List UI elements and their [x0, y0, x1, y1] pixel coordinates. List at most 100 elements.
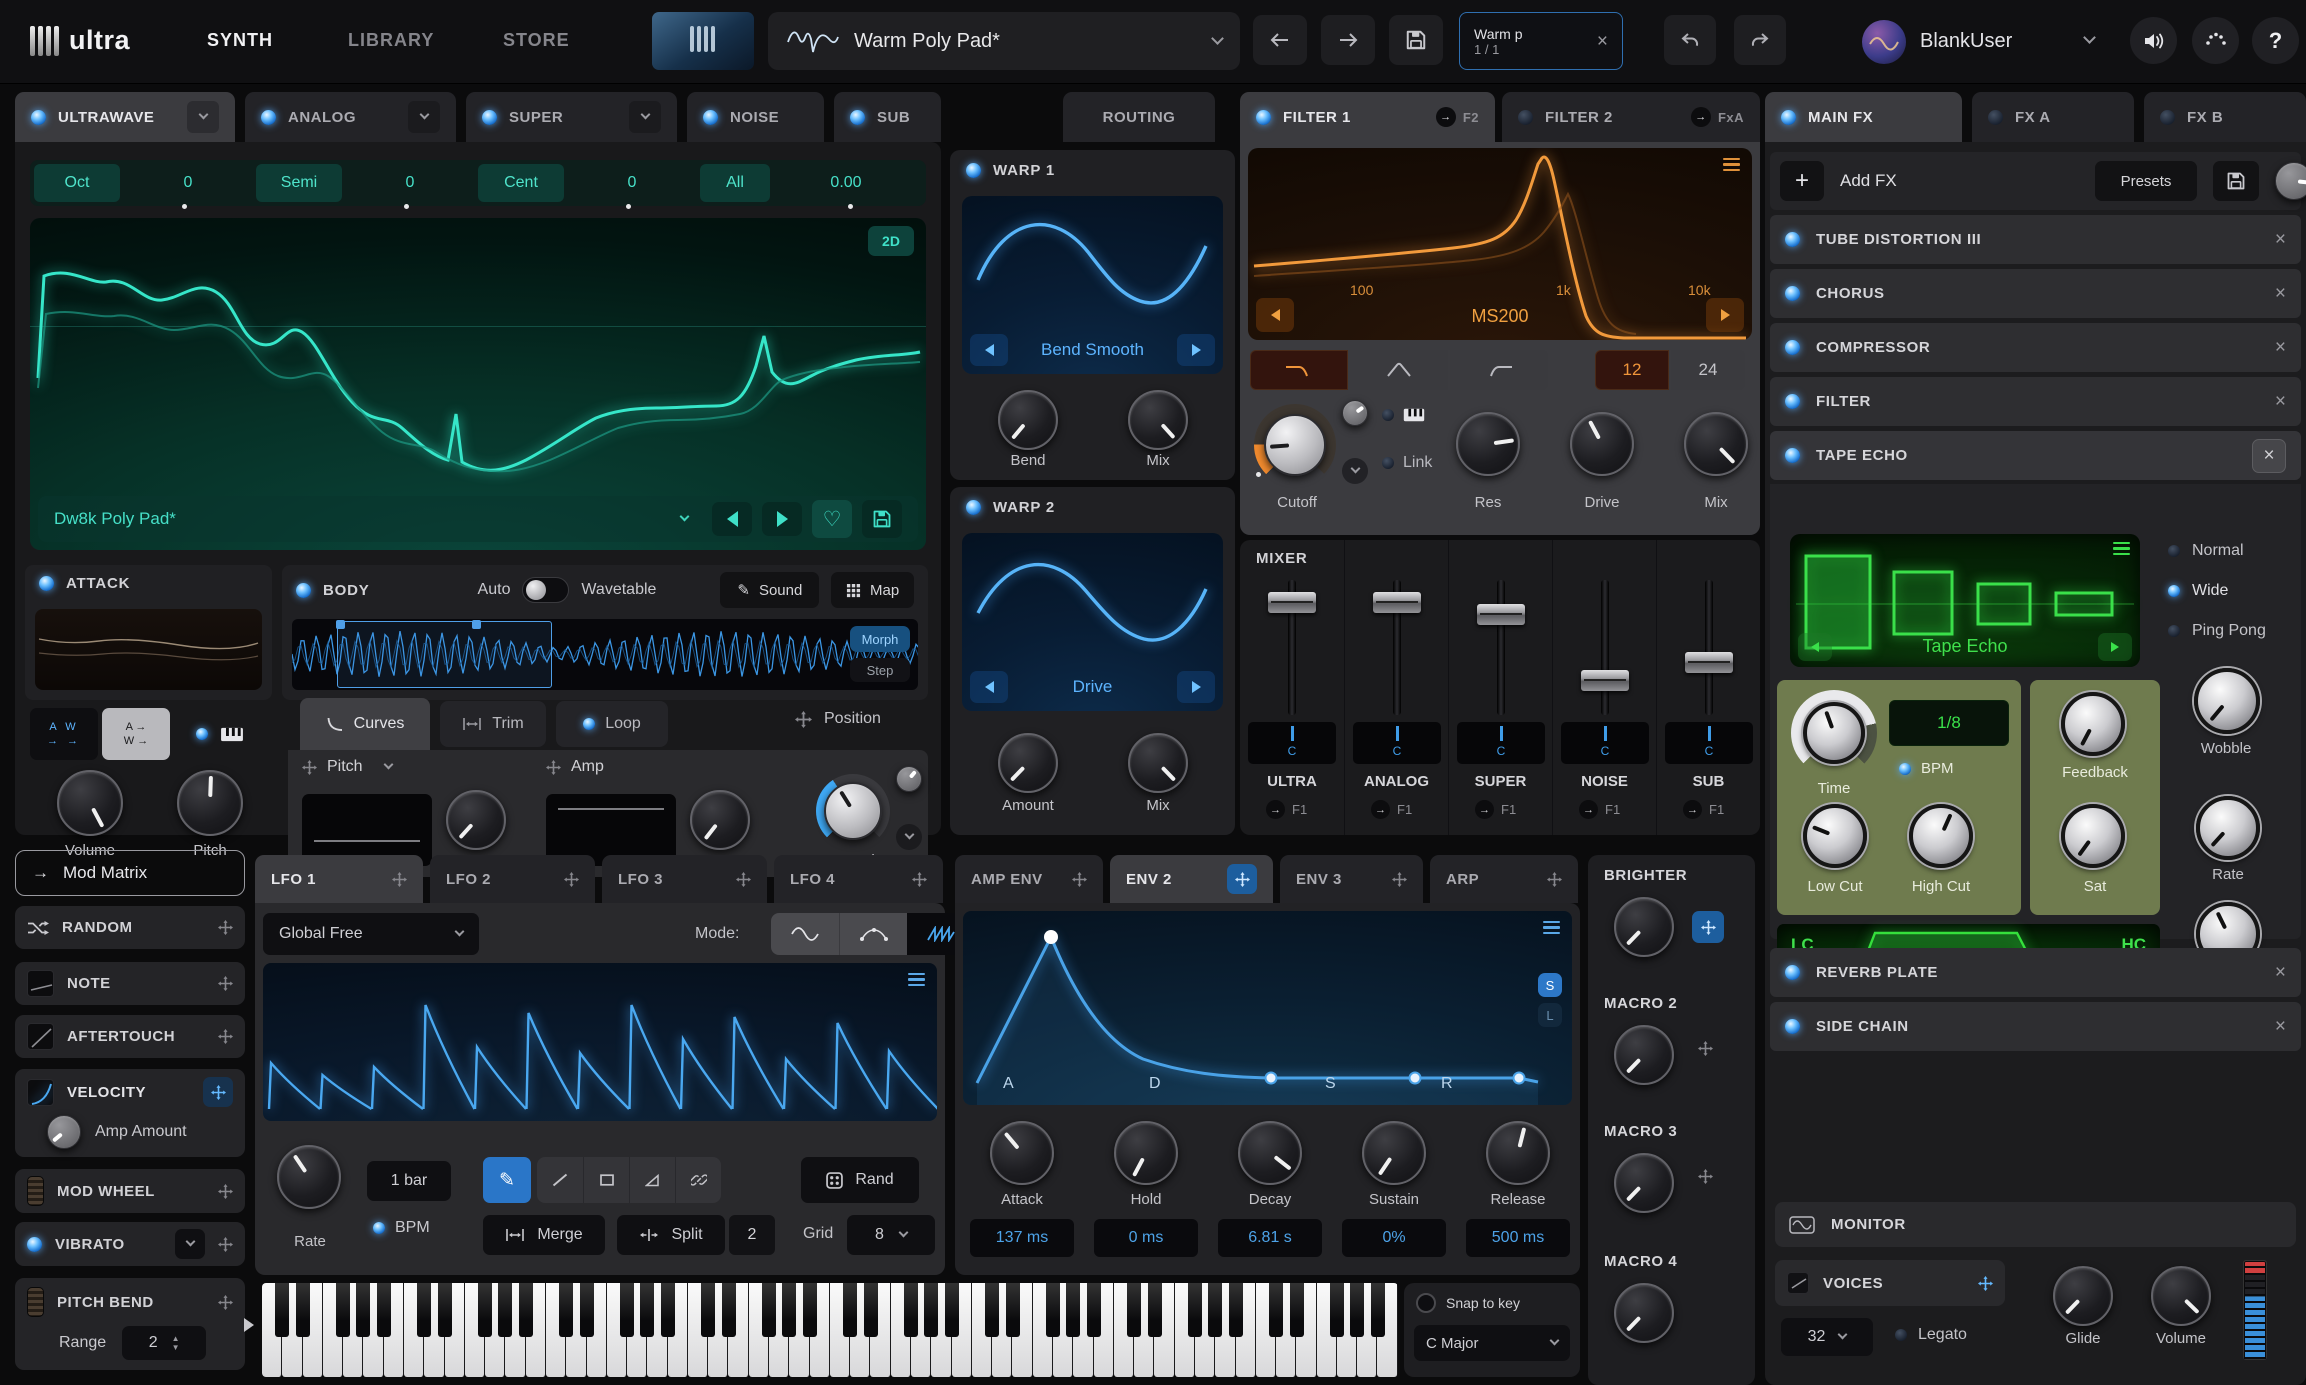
filter-menu-icon[interactable] — [1723, 158, 1740, 171]
map-button[interactable]: Map — [831, 572, 914, 608]
fx-save-button[interactable] — [2213, 161, 2259, 201]
piano-black-key[interactable] — [782, 1283, 796, 1337]
drive-knob[interactable] — [1570, 412, 1634, 476]
tab-env2[interactable]: ENV 2 — [1110, 855, 1273, 903]
macro4-knob[interactable] — [1614, 1283, 1674, 1343]
analog-pan[interactable]: C — [1353, 722, 1441, 764]
macro1-move-button[interactable] — [1692, 911, 1724, 943]
filter-model-name[interactable]: MS200 — [1248, 306, 1752, 327]
wavetable-selector-bar[interactable]: Dw8k Poly Pad* ♡ — [38, 496, 918, 542]
mod-source-note[interactable]: NOTE — [15, 962, 245, 1005]
tune-cent[interactable]: Cent 0 — [478, 164, 700, 202]
slope-12-button[interactable]: 12 — [1595, 350, 1669, 390]
env-loop-button[interactable]: L — [1538, 1003, 1562, 1027]
wave-next-button[interactable] — [762, 502, 802, 536]
piano-black-key[interactable] — [1269, 1283, 1283, 1337]
mod-source-pitch-bend[interactable]: PITCH BEND Range 2 ▲▼ — [15, 1278, 245, 1370]
tape-echo-display[interactable]: Tape Echo — [1790, 534, 2140, 667]
tab-super[interactable]: SUPER — [466, 92, 677, 142]
tune-semi[interactable]: Semi 0 — [256, 164, 478, 202]
random-move-icon[interactable] — [218, 920, 233, 935]
piano-black-key[interactable] — [1006, 1283, 1020, 1337]
sub-led[interactable] — [850, 110, 865, 125]
filter1-led[interactable] — [1256, 110, 1271, 125]
lfo-bpm-toggle[interactable]: BPM — [373, 1219, 430, 1237]
sub-pan[interactable]: C — [1665, 722, 1753, 764]
piano-black-key[interactable] — [1087, 1283, 1101, 1337]
piano-black-key[interactable] — [722, 1283, 736, 1337]
macro1-knob[interactable] — [1614, 897, 1674, 957]
add-fx-button[interactable]: + — [1780, 161, 1824, 201]
mod-wheel-move-icon[interactable] — [218, 1184, 233, 1199]
master-volume-knob[interactable] — [2151, 1266, 2211, 1326]
compressor-led[interactable] — [1785, 340, 1800, 355]
glide-knob[interactable] — [2053, 1266, 2113, 1326]
piano-black-key[interactable] — [924, 1283, 938, 1337]
tab-noise[interactable]: NOISE — [687, 92, 824, 142]
piano-black-key[interactable] — [580, 1283, 594, 1337]
keytrack-led[interactable] — [196, 728, 208, 740]
mod-source-aftertouch[interactable]: AFTERTOUCH — [15, 1015, 245, 1058]
lfo-tool-ramp-button[interactable] — [629, 1157, 675, 1203]
reverb-plate-remove-icon[interactable]: × — [2275, 963, 2286, 982]
fx-item-compressor[interactable]: COMPRESSOR × — [1770, 323, 2301, 372]
all-value[interactable]: 0.00 — [770, 174, 922, 192]
piano-black-key[interactable] — [559, 1283, 573, 1337]
res-knob[interactable] — [1456, 412, 1520, 476]
filter-keytrack[interactable] — [1382, 408, 1425, 422]
reverb-plate-led[interactable] — [1785, 965, 1800, 980]
filter1-routing[interactable]: → F2 — [1436, 107, 1479, 127]
tab-sub[interactable]: SUB — [834, 92, 941, 142]
lfo-split-value[interactable]: 2 — [729, 1215, 775, 1255]
piano-black-key[interactable] — [843, 1283, 857, 1337]
piano-black-key[interactable] — [864, 1283, 878, 1337]
tab-env3[interactable]: ENV 3 — [1280, 855, 1423, 903]
analog-fader[interactable] — [1373, 592, 1421, 613]
tab-fx-b[interactable]: FX B — [2144, 92, 2306, 142]
ultrawave-menu-button[interactable] — [187, 101, 219, 133]
ultra-fader[interactable] — [1268, 592, 1316, 613]
super-pan[interactable]: C — [1457, 722, 1545, 764]
auto-wavetable-toggle[interactable] — [522, 577, 569, 603]
super-fader[interactable] — [1477, 604, 1525, 625]
env-hold-knob[interactable] — [1114, 1121, 1178, 1185]
tape-mode-normal[interactable]: Normal — [2168, 542, 2244, 560]
lfo-rand-button[interactable]: Rand — [801, 1157, 919, 1203]
mod-source-velocity[interactable]: VELOCITY Amp Amount — [15, 1069, 245, 1157]
wavetable-chevron-icon[interactable] — [680, 512, 690, 522]
pitch-curve-selector[interactable]: Pitch — [302, 758, 392, 776]
piano-black-key[interactable] — [356, 1283, 370, 1337]
keyboard-keys[interactable] — [262, 1283, 1398, 1377]
tab-lfo4[interactable]: LFO 4 — [774, 855, 943, 903]
osc-pitch-knob[interactable] — [177, 770, 243, 836]
arp-move-icon[interactable] — [1547, 872, 1562, 887]
help-button[interactable]: ? — [2252, 17, 2299, 64]
tape-mode-pingpong[interactable]: Ping Pong — [2168, 622, 2266, 640]
sub-fader[interactable] — [1685, 652, 1733, 673]
preset-prev-button[interactable] — [1253, 15, 1307, 65]
lfo-grid-select[interactable]: 8 — [847, 1215, 935, 1255]
position-control[interactable]: Position — [795, 710, 881, 728]
piano-black-key[interactable] — [620, 1283, 634, 1337]
tab-filter1[interactable]: FILTER 1 → F2 — [1240, 92, 1495, 142]
scale-select[interactable]: C Major — [1414, 1325, 1570, 1361]
sound-button[interactable]: ✎ Sound — [720, 572, 819, 608]
warp2-mix-knob[interactable] — [1128, 733, 1188, 793]
super-menu-button[interactable] — [629, 101, 661, 133]
tape-bpm-toggle[interactable]: BPM — [1899, 760, 1954, 777]
fx-item-tape-echo[interactable]: TAPE ECHO × — [1770, 431, 2301, 480]
piano-black-key[interactable] — [803, 1283, 817, 1337]
slope-24-button[interactable]: 24 — [1671, 350, 1745, 390]
piano-black-key[interactable] — [1290, 1283, 1304, 1337]
analog-routing-badge[interactable]: → F1 — [1371, 800, 1412, 819]
main-fx-led[interactable] — [1781, 110, 1796, 125]
filter-fx-remove-icon[interactable]: × — [2275, 392, 2286, 411]
audio-output-button[interactable] — [2130, 17, 2177, 64]
amp-env-move-icon[interactable] — [1072, 872, 1087, 887]
tape-highcut-knob[interactable] — [1909, 804, 1973, 868]
tape-time-knob[interactable] — [1791, 690, 1877, 776]
noise-fader[interactable] — [1581, 670, 1629, 691]
piano-icon[interactable] — [220, 727, 244, 742]
wave-prev-button[interactable] — [712, 502, 752, 536]
lfo2-move-icon[interactable] — [564, 872, 579, 887]
